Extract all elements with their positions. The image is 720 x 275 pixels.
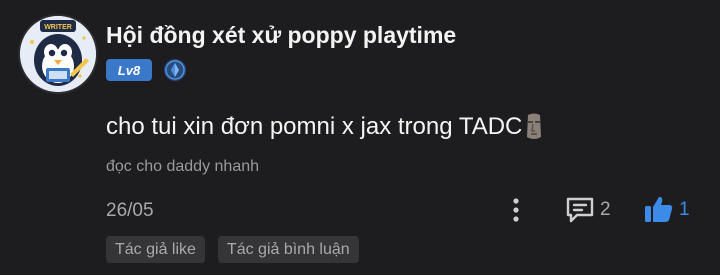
thumbs-up-icon[interactable] bbox=[643, 194, 675, 224]
verified-shield-icon bbox=[163, 58, 187, 82]
like-count: 1 bbox=[679, 199, 690, 220]
comment-text: cho tui xin đơn pomni x jax trong TADC bbox=[106, 112, 544, 142]
avatar[interactable]: WRITER bbox=[20, 16, 96, 92]
tag-list: Tác giả like Tác giả bình luận bbox=[106, 236, 359, 263]
reply-count: 2 bbox=[600, 199, 611, 220]
comment-date: 26/05 bbox=[106, 200, 154, 221]
comment-body: cho tui xin đơn pomni x jax trong TADC bbox=[106, 113, 523, 140]
avatar-badge-text: WRITER bbox=[44, 24, 72, 31]
more-vertical-icon[interactable] bbox=[508, 197, 524, 223]
comment-subtext: đọc cho daddy nhanh bbox=[106, 158, 260, 175]
moai-emoji-icon bbox=[524, 112, 544, 142]
level-badge: Lv8 bbox=[106, 59, 152, 81]
tag-author-like: Tác giả like bbox=[106, 236, 205, 263]
tag-author-comment: Tác giả bình luận bbox=[217, 236, 359, 263]
username[interactable]: Hội đồng xét xử poppy playtime bbox=[106, 22, 456, 49]
comment-icon[interactable] bbox=[565, 196, 595, 224]
